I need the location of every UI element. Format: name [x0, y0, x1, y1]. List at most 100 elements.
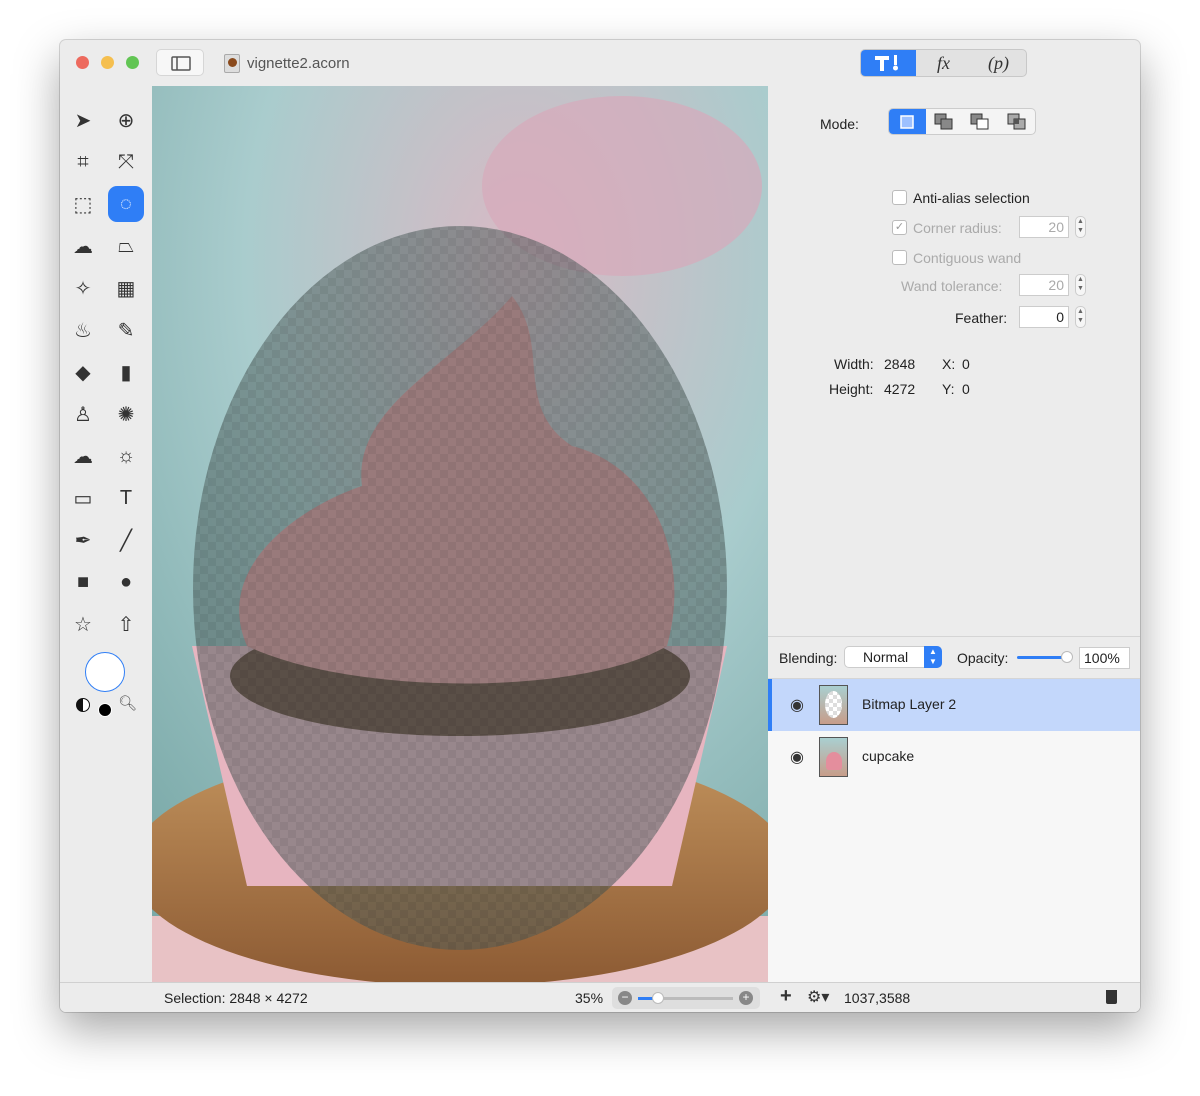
tool-zoom[interactable]: ⊕ [108, 102, 144, 138]
sidebar-toggle-button[interactable] [156, 49, 204, 76]
tab-tools[interactable] [861, 50, 916, 76]
gear-icon[interactable]: ⚙▾ [807, 987, 829, 1007]
mode-intersect-button[interactable] [999, 109, 1036, 134]
width-label: Width: [834, 356, 874, 372]
tool-clone-stamp[interactable]: ♙ [65, 396, 101, 432]
height-label: Height: [829, 381, 874, 397]
gradient-icon: ▭ [73, 487, 93, 510]
corner-radius-checkbox[interactable]: ✓ [892, 220, 907, 235]
rect-marquee-icon: ⬚ [73, 193, 93, 216]
cursor-coordinates: 1037,3588 [844, 990, 911, 1006]
tool-select-arrow[interactable]: ➤ [65, 102, 101, 138]
line-icon: ╱ [119, 529, 133, 552]
tool-color-wand[interactable]: ▦ [108, 270, 144, 306]
eraser-icon: ◆ [75, 361, 91, 384]
intersect-icon [1007, 113, 1026, 129]
tool-oval[interactable]: ● [108, 564, 144, 600]
layer-name: Bitmap Layer 2 [862, 696, 957, 712]
zoom-slider-knob[interactable] [652, 992, 664, 1004]
zoom-control: − + [612, 987, 760, 1009]
tool-splatter[interactable]: ✺ [108, 396, 144, 432]
opacity-slider-knob[interactable] [1061, 651, 1073, 663]
feather-stepper[interactable]: ▲ ▼ [1075, 306, 1086, 328]
clone-stamp-icon: ♙ [74, 403, 92, 426]
tool-rectangle[interactable]: ■ [65, 564, 101, 600]
tool-eraser[interactable]: ◆ [65, 354, 101, 390]
y-label: Y: [942, 381, 955, 397]
close-button[interactable] [76, 56, 89, 69]
mode-add-button[interactable] [926, 109, 963, 134]
tool-arrow[interactable]: ⇧ [108, 606, 144, 642]
tool-transform[interactable]: ⤧ [108, 144, 144, 180]
eye-icon[interactable]: ◉ [790, 747, 804, 767]
text-icon: T [119, 486, 133, 509]
trash-icon[interactable] [1106, 990, 1117, 1004]
status-bar: Selection: 2848 × 4272 35% − + + ⚙▾ 1037… [60, 982, 1140, 1012]
selection-mode-control [888, 108, 1036, 135]
blending-select[interactable]: Normal ▲ ▼ [844, 646, 942, 668]
mode-replace-button[interactable] [889, 109, 926, 134]
add-layer-icon[interactable]: + [780, 985, 792, 1008]
zoom-button[interactable] [126, 56, 139, 69]
layer-row[interactable]: ◉ Bitmap Layer 2 [768, 679, 1140, 731]
contiguous-wand-checkbox[interactable] [892, 250, 907, 265]
ellipse-marquee-icon: ◌ [120, 192, 132, 215]
opacity-slider[interactable] [1017, 651, 1073, 663]
pen-icon: ✒ [74, 529, 92, 552]
zoom-icon: ⊕ [117, 109, 135, 132]
tool-burn-cloud[interactable]: ☁ [65, 438, 101, 474]
layer-row[interactable]: ◉ cupcake [768, 731, 1140, 783]
height-value: 4272 [884, 381, 916, 397]
app-window: vignette2.acorn fx (p) ➤ ⊕ ⌗ ⤧ ⬚ ◌ ☁ ⏢ ✧ ▦ ♨ ✎ ◆ ▮ ♙ ✺ ☁… [60, 40, 1140, 1012]
tool-ellipse-marquee[interactable]: ◌ [108, 186, 144, 222]
feather-field[interactable]: 0 [1019, 306, 1069, 328]
layer-controls: Blending: Normal ▲ ▼ Opacity: 100% [768, 636, 1140, 678]
layer-thumbnail [819, 737, 848, 777]
corner-radius-field[interactable]: 20 [1019, 216, 1069, 238]
tool-brush[interactable]: ♨ [65, 312, 101, 348]
tool-lasso[interactable]: ☁ [65, 228, 101, 264]
tool-rect-marquee[interactable]: ⬚ [65, 186, 101, 222]
tool-magic-wand[interactable]: ✧ [65, 270, 101, 306]
swap-colors-icon[interactable] [76, 698, 90, 712]
tool-gradient[interactable]: ▭ [65, 480, 101, 516]
tool-crop[interactable]: ⌗ [65, 144, 101, 180]
image-canvas[interactable] [152, 86, 768, 982]
tool-dodge-sun[interactable]: ☼ [108, 438, 144, 474]
dodge-sun-icon: ☼ [116, 444, 136, 467]
tool-star[interactable]: ☆ [65, 606, 101, 642]
wand-tolerance-field[interactable]: 20 [1019, 274, 1069, 296]
zoom-slider[interactable] [638, 992, 733, 1004]
tool-pen[interactable]: ✒ [65, 522, 101, 558]
stroke-color-well[interactable] [85, 652, 125, 692]
lasso-icon: ☁ [73, 235, 93, 258]
zoom-out-icon[interactable]: − [618, 991, 632, 1005]
oval-icon: ● [119, 570, 133, 593]
inspector-panel: Mode: Anti-alias selection ✓ Corner radi… [768, 86, 1140, 1012]
fill-color-well[interactable] [98, 703, 112, 717]
tool-smudge-bucket[interactable]: ▮ [108, 354, 144, 390]
zoom-in-icon[interactable]: + [739, 991, 753, 1005]
corner-radius-stepper[interactable]: ▲ ▼ [1075, 216, 1086, 238]
tool-pencil[interactable]: ✎ [108, 312, 144, 348]
blending-label: Blending: [779, 650, 838, 666]
tool-text[interactable]: T [108, 480, 144, 516]
splatter-icon: ✺ [117, 403, 135, 426]
inspector-tabs: fx (p) [860, 49, 1027, 77]
eye-icon[interactable]: ◉ [790, 695, 804, 715]
opacity-field[interactable]: 100% [1079, 647, 1130, 669]
minimize-button[interactable] [101, 56, 114, 69]
anti-alias-checkbox[interactable] [892, 190, 907, 205]
burn-cloud-icon: ☁ [73, 445, 93, 468]
tab-properties[interactable]: (p) [971, 50, 1026, 76]
polygon-lasso-icon: ⏢ [118, 234, 134, 257]
tool-line[interactable]: ╱ [108, 522, 144, 558]
mode-label: Mode: [820, 116, 859, 132]
wand-tolerance-stepper[interactable]: ▲ ▼ [1075, 274, 1086, 296]
hammer-brush-icon [874, 55, 898, 71]
tab-effects[interactable]: fx [916, 50, 971, 76]
mode-subtract-button[interactable] [962, 109, 999, 134]
tool-polygon-lasso[interactable]: ⏢ [108, 228, 144, 264]
color-picker-magnifier-icon[interactable]: 🔍︎ [118, 694, 137, 712]
document-icon [224, 54, 240, 73]
